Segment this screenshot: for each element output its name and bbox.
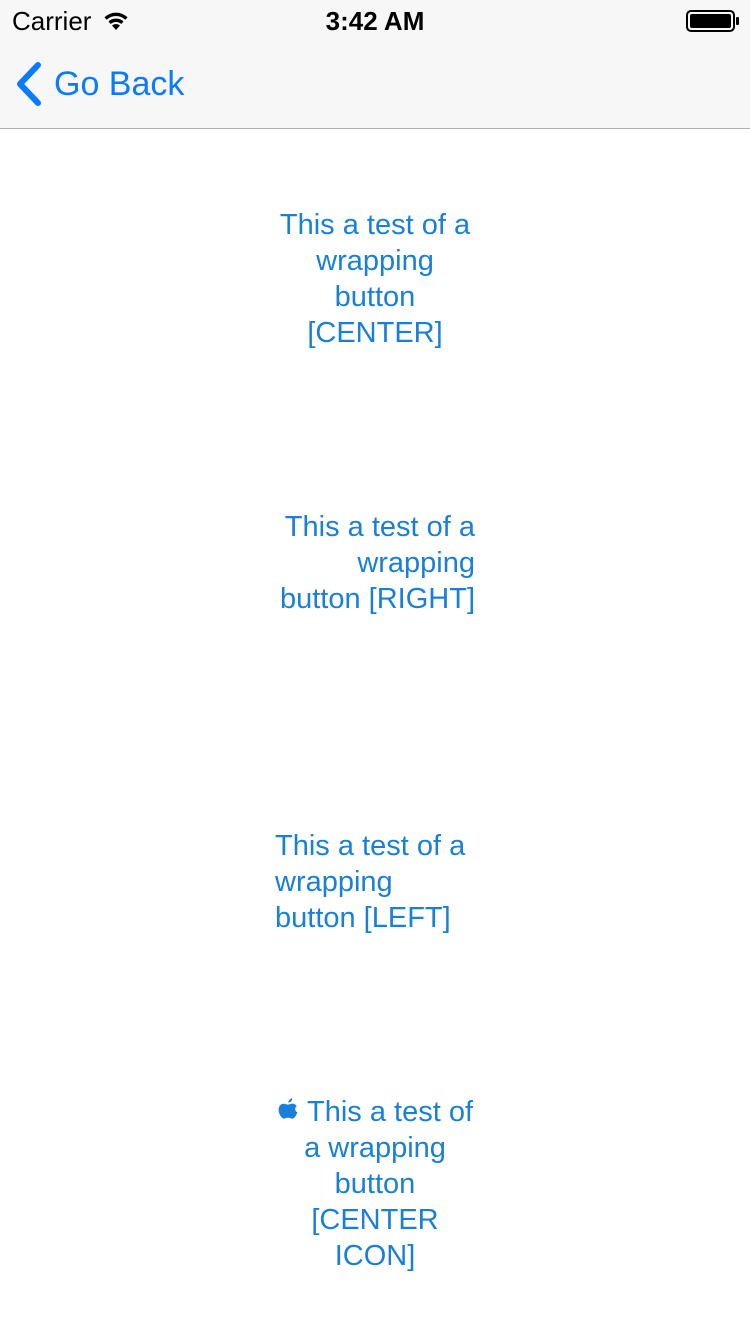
- wrapping-button-center-icon[interactable]: This a test of a wrapping button [CENTER…: [275, 1094, 475, 1274]
- go-back-label: Go Back: [54, 65, 185, 103]
- wrapping-button-center[interactable]: This a test of a wrapping button [CENTER…: [275, 207, 475, 351]
- chevron-left-icon: [17, 62, 41, 106]
- wrapping-button-right[interactable]: This a test of a wrapping button [RIGHT]: [275, 509, 475, 617]
- apple-icon: [278, 1098, 298, 1119]
- clock-time: 3:42 AM: [325, 6, 425, 36]
- status-bar: Carrier 3:42 AM: [0, 0, 750, 40]
- wrapping-button-right-label: This a test of a wrapping button [RIGHT]: [279, 511, 475, 615]
- wrapping-button-left[interactable]: This a test of a wrapping button [LEFT]: [275, 828, 475, 936]
- go-back-button[interactable]: Go Back: [14, 60, 184, 108]
- wrapping-button-center-label: This a test of a wrapping button [CENTER…: [279, 209, 471, 349]
- navigation-bar: Go Back: [0, 40, 750, 129]
- wrapping-button-left-label: This a test of a wrapping button [LEFT]: [275, 830, 466, 934]
- battery-full-icon: [686, 10, 739, 32]
- wrapping-button-center-icon-label: This a test of a wrapping button [CENTER…: [304, 1096, 473, 1272]
